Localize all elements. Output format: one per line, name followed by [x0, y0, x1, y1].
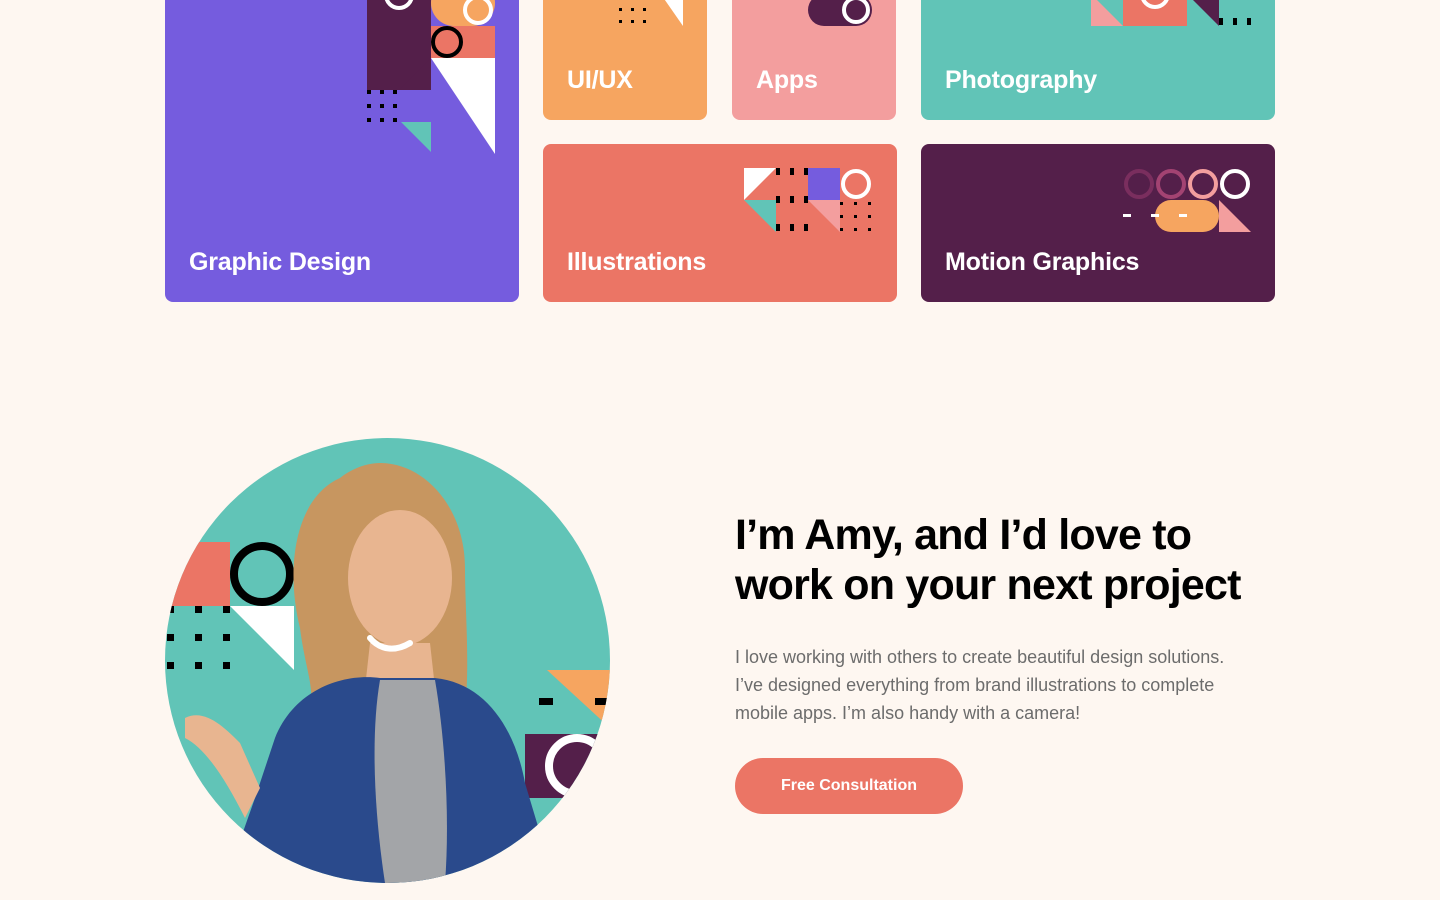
about-description-line: mobile apps. I’m also handy with a camer… — [735, 703, 1081, 723]
about-heading-line: work on your next project — [735, 561, 1241, 609]
geometric-pattern-icon — [619, 0, 683, 26]
person-photo-icon — [165, 438, 610, 883]
geometric-pattern-icon — [808, 0, 872, 26]
geometric-pattern-icon — [1123, 169, 1251, 232]
category-card-illustrations[interactable]: Illustrations — [543, 144, 897, 302]
category-label-apps: Apps — [756, 66, 818, 94]
category-label-graphic-design: Graphic Design — [189, 248, 371, 276]
category-label-ui-ux: UI/UX — [567, 66, 633, 94]
about-description-line: I’ve designed everything from brand illu… — [735, 675, 1215, 695]
category-card-graphic-design[interactable]: Graphic Design — [165, 0, 519, 302]
category-card-ui-ux[interactable]: UI/UX — [543, 0, 707, 120]
about-description-line: I love working with others to create bea… — [735, 647, 1225, 667]
category-card-motion-graphics[interactable]: Motion Graphics — [921, 144, 1275, 302]
category-card-apps[interactable]: Apps — [732, 0, 896, 120]
category-label-illustrations: Illustrations — [567, 248, 707, 276]
free-consultation-button[interactable]: Free Consultation — [735, 758, 963, 814]
about-heading-line: I’m Amy, and I’d love to — [735, 511, 1192, 559]
about-heading: I’m Amy, and I’d love to work on your ne… — [735, 510, 1295, 610]
about-description: I love working with others to create bea… — [735, 643, 1295, 727]
category-label-motion-graphics: Motion Graphics — [945, 248, 1140, 276]
category-label-photography: Photography — [945, 66, 1097, 94]
geometric-pattern-icon — [1091, 0, 1251, 26]
category-card-photography[interactable]: Photography — [921, 0, 1275, 120]
geometric-pattern-icon — [744, 168, 871, 232]
